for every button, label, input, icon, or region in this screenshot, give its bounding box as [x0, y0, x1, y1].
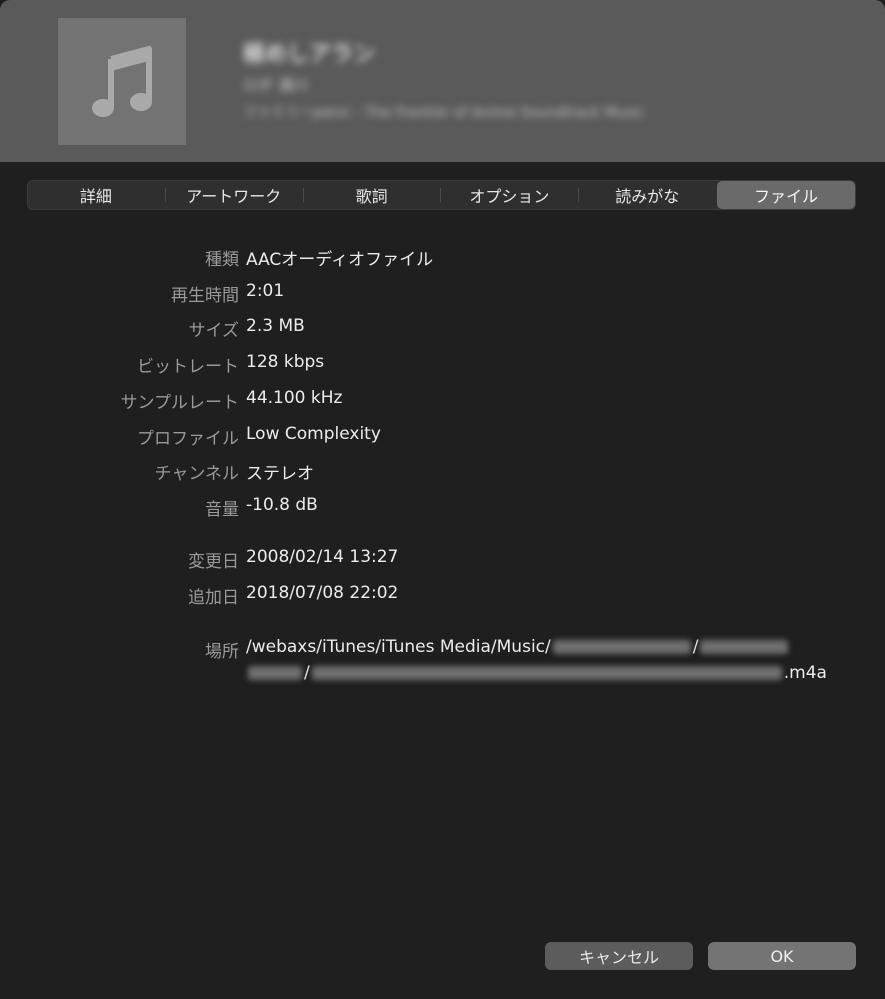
- channels-value: ステレオ: [246, 464, 314, 484]
- tab-details[interactable]: 詳細: [27, 180, 165, 210]
- sample-rate-label: サンプルレート: [120, 393, 240, 413]
- tab-bar: 詳細 アートワーク 歌詞 オプション 読みがな ファイル: [27, 180, 856, 210]
- track-header: 極めしアラン ロボ 浦川 ファミリーpanic - The Frontier o…: [0, 0, 885, 162]
- tab-artwork[interactable]: アートワーク: [164, 180, 303, 210]
- track-album: ファミリーpanic - The Frontier of Anime Sound…: [243, 105, 645, 121]
- music-note-icon: [92, 45, 152, 117]
- info-row-location: 場所 /webaxs/iTunes/iTunes Media/Music/ /: [0, 637, 885, 662]
- info-row-bitrate: ビットレート 128 kbps: [0, 352, 885, 377]
- added-label: 追加日: [188, 588, 239, 608]
- ok-button[interactable]: OK: [708, 942, 856, 970]
- profile-value: Low Complexity: [246, 424, 381, 444]
- info-row-kind: 種類 AACオーディオファイル: [0, 245, 885, 270]
- duration-label: 再生時間: [171, 286, 239, 306]
- tab-file[interactable]: ファイル: [717, 181, 855, 209]
- redacted-album-end: [248, 666, 302, 680]
- info-row-size: サイズ 2.3 MB: [0, 316, 885, 341]
- location-separator: /: [304, 663, 310, 683]
- tab-sorting[interactable]: 読みがな: [578, 180, 716, 210]
- location-value[interactable]: /webaxs/iTunes/iTunes Media/Music/ /: [246, 637, 790, 657]
- size-label: サイズ: [188, 321, 240, 341]
- info-row-channels: チャンネル ステレオ: [0, 459, 885, 484]
- modified-value: 2008/02/14 13:27: [246, 547, 399, 567]
- info-row-sample-rate: サンプルレート 44.100 kHz: [0, 388, 885, 413]
- info-row-duration: 再生時間 2:01: [0, 281, 885, 306]
- location-extension: .m4a: [783, 663, 827, 683]
- info-row-profile: プロファイル Low Complexity: [0, 424, 885, 449]
- modified-label: 変更日: [188, 552, 239, 572]
- album-artwork[interactable]: [58, 18, 186, 145]
- channels-label: チャンネル: [154, 464, 240, 484]
- duration-value: 2:01: [246, 281, 285, 301]
- bitrate-value: 128 kbps: [246, 352, 325, 372]
- cancel-button[interactable]: キャンセル: [545, 942, 693, 970]
- location-label: 場所: [205, 642, 239, 662]
- track-artist: ロボ 浦川: [243, 76, 308, 94]
- sample-rate-value: 44.100 kHz: [246, 388, 343, 408]
- info-row-added: 追加日 2018/07/08 22:02: [0, 583, 885, 608]
- info-row-modified: 変更日 2008/02/14 13:27: [0, 547, 885, 572]
- location-path-prefix: /webaxs/iTunes/iTunes Media/Music/: [246, 637, 551, 657]
- tab-options[interactable]: オプション: [440, 180, 578, 210]
- bitrate-label: ビットレート: [137, 357, 239, 377]
- location-separator: /: [692, 637, 699, 657]
- info-row-volume: 音量 -10.8 dB: [0, 495, 885, 520]
- track-title: 極めしアラン: [243, 42, 376, 67]
- kind-label: 種類: [205, 250, 239, 270]
- kind-value: AACオーディオファイル: [246, 250, 434, 270]
- redacted-album-part: [700, 640, 789, 654]
- volume-value: -10.8 dB: [246, 495, 318, 515]
- tab-lyrics[interactable]: 歌詞: [302, 180, 441, 210]
- volume-label: 音量: [205, 500, 239, 520]
- added-value: 2018/07/08 22:02: [246, 583, 399, 603]
- location-value-line2[interactable]: / .m4a: [246, 663, 827, 683]
- profile-label: プロファイル: [137, 429, 239, 449]
- size-value: 2.3 MB: [246, 316, 305, 336]
- redacted-filename: [311, 666, 782, 680]
- redacted-artist: [552, 640, 691, 654]
- file-info-dialog: 極めしアラン ロボ 浦川 ファミリーpanic - The Frontier o…: [0, 0, 885, 999]
